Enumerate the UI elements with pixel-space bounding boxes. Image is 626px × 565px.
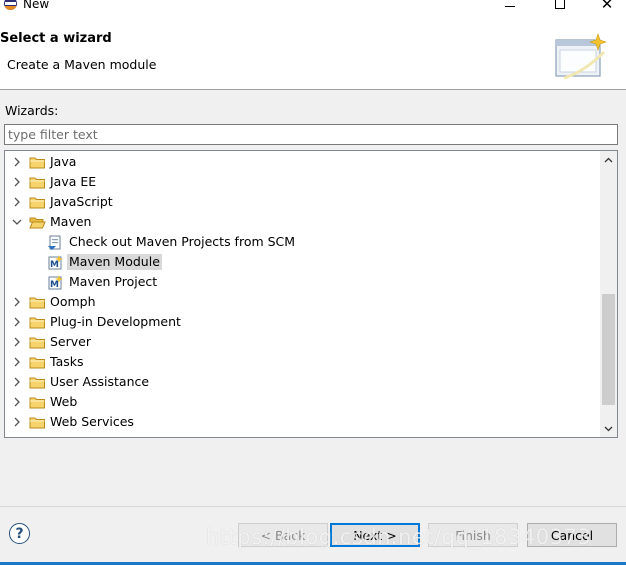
scroll-up-button[interactable] [600, 151, 617, 168]
tree-item-label: JavaScript [50, 194, 113, 209]
folder-icon [29, 197, 45, 209]
tree-item-label: Web [50, 394, 78, 409]
folder-icon [29, 417, 45, 429]
folder-icon [29, 357, 45, 369]
svg-text:M: M [50, 280, 59, 290]
folder-icon [29, 377, 45, 389]
tree-item-label: Web Services [50, 414, 134, 429]
scroll-down-button[interactable] [600, 420, 617, 437]
chevron-right-icon[interactable] [11, 156, 23, 168]
wizard-banner: Select a wizard Create a Maven module [0, 14, 626, 90]
tree-item-tasks[interactable]: Tasks [5, 352, 601, 372]
tree-item-label: Java EE [50, 174, 97, 189]
maximize-button[interactable] [540, 0, 580, 12]
chevron-right-icon[interactable] [11, 376, 23, 388]
tree-item-user-assistance[interactable]: User Assistance [5, 372, 601, 392]
tree-item-web[interactable]: Web [5, 392, 601, 412]
tree-item-maven-project[interactable]: M Maven Project [5, 272, 601, 292]
chevron-right-icon[interactable] [11, 356, 23, 368]
window-title: New [23, 0, 50, 11]
cancel-button[interactable]: Cancel [527, 523, 617, 547]
scm-checkout-icon [48, 235, 61, 250]
next-button[interactable]: Next > [330, 523, 420, 547]
wizard-tree[interactable]: Java Java EE JavaScript Maven Check out … [4, 150, 618, 438]
tree-item-label: Oomph [50, 294, 96, 309]
help-icon: ? [15, 525, 24, 542]
close-button[interactable]: ✕ [587, 0, 626, 12]
tree-item-oomph[interactable]: Oomph [5, 292, 601, 312]
tree-item-plugin-development[interactable]: Plug-in Development [5, 312, 601, 332]
title-bar: New ✕ [0, 0, 626, 14]
chevron-right-icon[interactable] [11, 196, 23, 208]
banner-description: Create a Maven module [7, 57, 157, 72]
finish-button[interactable]: Finish [428, 523, 518, 547]
minimize-button[interactable] [490, 0, 530, 12]
chevron-right-icon[interactable] [11, 396, 23, 408]
tree-item-label: Check out Maven Projects from SCM [69, 234, 296, 249]
tree-item-web-services[interactable]: Web Services [5, 412, 601, 432]
tree-item-label: Maven Module [67, 254, 162, 270]
tree-item-java[interactable]: Java [5, 152, 601, 172]
folder-icon [29, 177, 45, 189]
chevron-down-icon[interactable] [11, 216, 23, 228]
wizard-banner-icon [555, 33, 607, 80]
chevron-down-icon [604, 426, 613, 431]
chevron-right-icon[interactable] [11, 176, 23, 188]
chevron-right-icon[interactable] [11, 336, 23, 348]
wizards-label: Wizards: [5, 103, 59, 118]
maven-project-icon: M [48, 275, 63, 290]
close-icon: ✕ [600, 0, 614, 13]
folder-icon [29, 297, 45, 309]
chevron-up-icon [604, 157, 613, 162]
tree-item-label: User Assistance [50, 374, 150, 389]
minimize-icon [505, 5, 515, 7]
filter-input[interactable] [4, 124, 618, 145]
folder-icon [29, 317, 45, 329]
maximize-icon [555, 0, 565, 9]
tree-item-label: Plug-in Development [50, 314, 181, 329]
chevron-right-icon[interactable] [11, 416, 23, 428]
svg-text:M: M [50, 260, 59, 270]
tree-scrollbar[interactable] [600, 151, 617, 437]
scroll-thumb[interactable] [602, 294, 615, 405]
folder-icon [29, 337, 45, 349]
tree-item-javascript[interactable]: JavaScript [5, 192, 601, 212]
eclipse-icon [4, 0, 17, 10]
footer-separator [0, 506, 626, 507]
tree-item-maven-module[interactable]: M Maven Module [5, 252, 601, 272]
tree-item-maven[interactable]: Maven [5, 212, 601, 232]
tree-item-checkout-scm[interactable]: Check out Maven Projects from SCM [5, 232, 601, 252]
chevron-right-icon[interactable] [11, 296, 23, 308]
folder-open-icon [29, 217, 46, 229]
folder-icon [29, 397, 45, 409]
tree-item-label: Tasks [50, 354, 84, 369]
back-button[interactable]: < Back [238, 523, 328, 547]
tree-item-label: Server [50, 334, 91, 349]
chevron-right-icon[interactable] [11, 316, 23, 328]
help-button[interactable]: ? [9, 523, 30, 544]
tree-item-label: Java [50, 154, 77, 169]
banner-title: Select a wizard [0, 31, 112, 46]
tree-item-label: Maven [50, 214, 92, 229]
tree-item-label: Maven Project [69, 274, 158, 289]
tree-item-server[interactable]: Server [5, 332, 601, 352]
tree-item-java-ee[interactable]: Java EE [5, 172, 601, 192]
folder-icon [29, 157, 45, 169]
maven-module-icon: M [48, 255, 63, 270]
